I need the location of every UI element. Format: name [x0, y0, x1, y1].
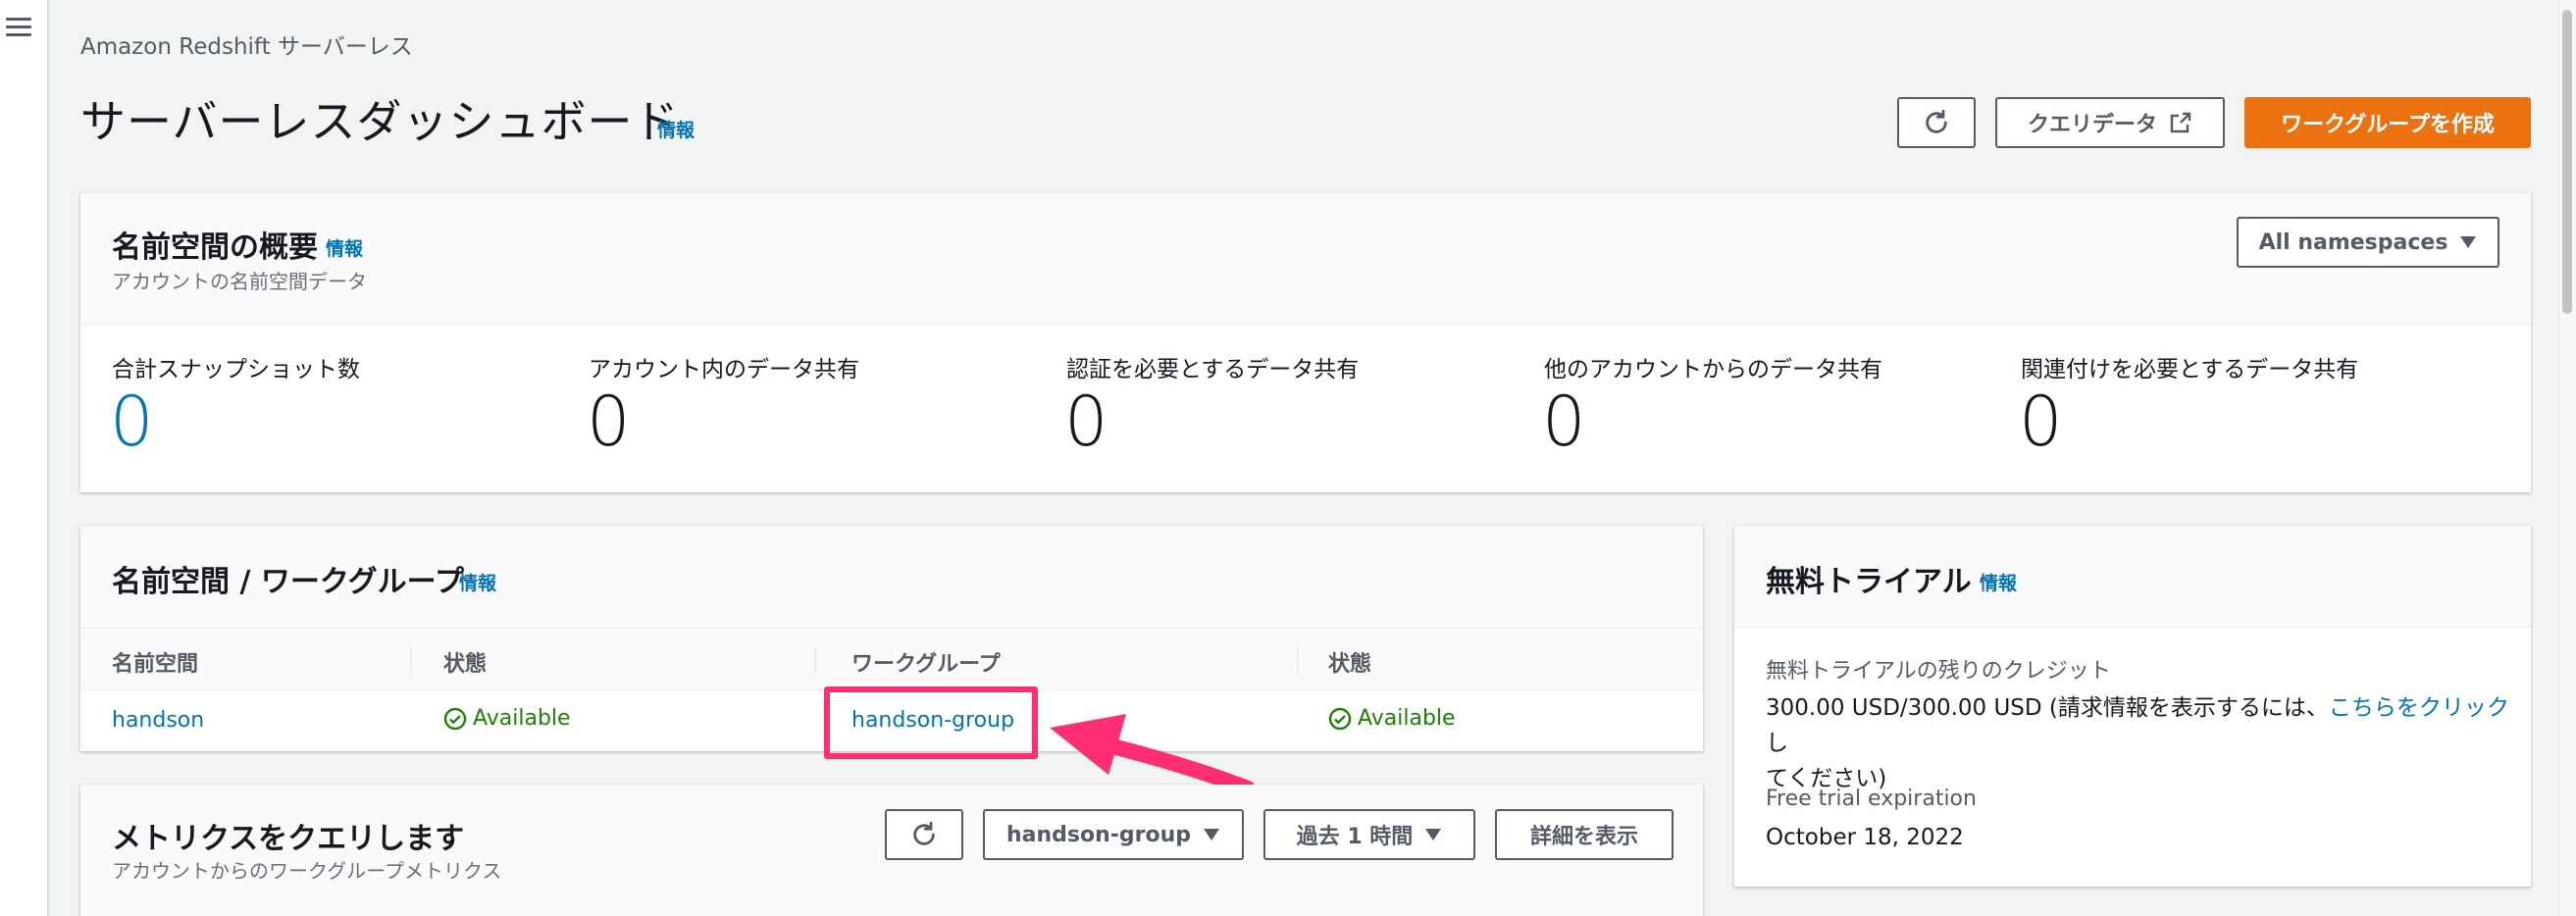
- query-data-button[interactable]: クエリデータ: [1995, 97, 2225, 148]
- stat-label-snapshots: 合計スナップショット数: [112, 357, 360, 382]
- trial-credit-suffix-1: し: [1766, 731, 1788, 756]
- namespace-filter-dropdown[interactable]: All namespaces: [2237, 217, 2499, 268]
- namespace-link[interactable]: handson: [112, 708, 204, 733]
- time-range-label: 過去 1 時間: [1296, 825, 1414, 849]
- hamburger-icon[interactable]: [6, 18, 31, 37]
- free-trial-info-link[interactable]: 情報: [1980, 569, 2017, 595]
- column-header-wg-status[interactable]: 状態: [1328, 646, 1371, 678]
- free-trial-header: 無料トライアル 情報: [1734, 526, 2531, 628]
- view-details-label: 詳細を表示: [1529, 825, 1638, 849]
- stat-label-other-account-datashares: 他のアカウントからのデータ共有: [1544, 357, 1882, 382]
- create-workgroup-label: ワークグループを作成: [2281, 113, 2495, 137]
- billing-link[interactable]: こちらをクリック: [2329, 695, 2509, 721]
- refresh-button[interactable]: [1897, 97, 1976, 148]
- column-header-namespace[interactable]: 名前空間: [112, 646, 198, 678]
- column-header-workgroup[interactable]: ワークグループ: [851, 646, 1001, 678]
- metrics-refresh-button[interactable]: [885, 809, 963, 860]
- page-title: サーバーレスダッシュボード: [80, 95, 680, 148]
- column-divider: [814, 646, 816, 674]
- workgroup-select-dropdown[interactable]: handson-group: [983, 809, 1244, 860]
- free-trial-card: 無料トライアル 情報 無料トライアルの残りのクレジット 300.00 USD/3…: [1734, 526, 2531, 887]
- namespace-overview-title: 名前空間の概要: [112, 230, 318, 265]
- query-metrics-description: アカウントからのワークグループメトリクス: [112, 859, 502, 883]
- caret-down-icon: [1425, 829, 1442, 840]
- caret-down-icon: [1204, 829, 1220, 840]
- namespace-workgroup-title: 名前空間 / ワークグループ: [112, 565, 464, 599]
- query-metrics-card: メトリクスをクエリします アカウントからのワークグループメトリクス handso…: [80, 785, 1703, 916]
- stat-value-assoc-datashares: 0: [2019, 382, 2063, 462]
- namespace-overview-card: 名前空間の概要 情報 アカウントの名前空間データ All namespaces …: [80, 193, 2531, 492]
- stat-label-assoc-datashares: 関連付けを必要とするデータ共有: [2021, 357, 2359, 382]
- trial-expiration-value: October 18, 2022: [1766, 825, 1964, 850]
- scrollbar-thumb[interactable]: [2562, 10, 2572, 314]
- refresh-icon: [913, 821, 935, 845]
- external-link-icon: [2170, 112, 2191, 133]
- trial-credit-value: 300.00 USD/300.00 USD (請求情報を表示するには、こちらをク…: [1766, 690, 2511, 796]
- page-scrollbar[interactable]: [2558, 0, 2576, 916]
- trial-credit-label: 無料トライアルの残りのクレジット: [1766, 659, 2111, 684]
- query-metrics-header: メトリクスをクエリします アカウントからのワークグループメトリクス handso…: [80, 785, 1703, 916]
- column-divider: [1297, 646, 1299, 674]
- stat-value-snapshots[interactable]: 0: [110, 382, 154, 462]
- breadcrumb[interactable]: Amazon Redshift サーバーレス: [80, 27, 413, 61]
- namespace-status-text: Available: [473, 706, 571, 731]
- column-divider: [410, 646, 412, 674]
- annotation-arrow-icon: [1050, 714, 1256, 794]
- stat-label-auth-datashares: 認証を必要とするデータ共有: [1066, 357, 1360, 382]
- stat-value-auth-datashares: 0: [1064, 382, 1108, 462]
- view-details-button[interactable]: 詳細を表示: [1495, 809, 1674, 860]
- workgroup-status-text: Available: [1358, 706, 1456, 731]
- stat-value-other-account-datashares: 0: [1542, 382, 1586, 462]
- check-circle-icon: [443, 707, 467, 730]
- namespace-overview-description: アカウントの名前空間データ: [112, 270, 367, 293]
- query-metrics-title: メトリクスをクエリします: [112, 822, 465, 856]
- refresh-icon: [1926, 109, 1947, 133]
- trial-credit-text: 300.00 USD/300.00 USD (請求情報を表示するには、: [1766, 695, 2329, 721]
- create-workgroup-button[interactable]: ワークグループを作成: [2244, 97, 2531, 148]
- side-navigation-rail: [0, 0, 49, 916]
- annotation-highlight-box: [824, 687, 1038, 759]
- namespace-filter-label: All namespaces: [2258, 229, 2448, 255]
- check-circle-icon: [1328, 707, 1352, 730]
- namespace-status: Available: [443, 706, 571, 731]
- stat-label-account-datashares: アカウント内のデータ共有: [589, 357, 859, 382]
- free-trial-title: 無料トライアル: [1766, 565, 1972, 599]
- namespace-workgroup-header: 名前空間 / ワークグループ 情報: [80, 526, 1703, 628]
- time-range-dropdown[interactable]: 過去 1 時間: [1263, 809, 1475, 860]
- trial-expiration-label: Free trial expiration: [1766, 787, 1977, 811]
- stat-value-account-datashares: 0: [587, 382, 631, 462]
- column-header-ns-status[interactable]: 状態: [443, 646, 487, 678]
- namespace-overview-header: 名前空間の概要 情報 アカウントの名前空間データ All namespaces: [80, 193, 2531, 325]
- table-header-row: 名前空間 状態 ワークグループ 状態: [80, 628, 1703, 690]
- namespace-overview-info-link[interactable]: 情報: [326, 234, 363, 261]
- caret-down-icon: [2460, 236, 2477, 248]
- workgroup-status: Available: [1328, 706, 1456, 731]
- page-info-link[interactable]: 情報: [657, 116, 695, 142]
- query-data-label: クエリデータ: [2027, 113, 2157, 137]
- namespace-workgroup-info-link[interactable]: 情報: [459, 569, 496, 595]
- workgroup-select-label: handson-group: [1005, 822, 1192, 847]
